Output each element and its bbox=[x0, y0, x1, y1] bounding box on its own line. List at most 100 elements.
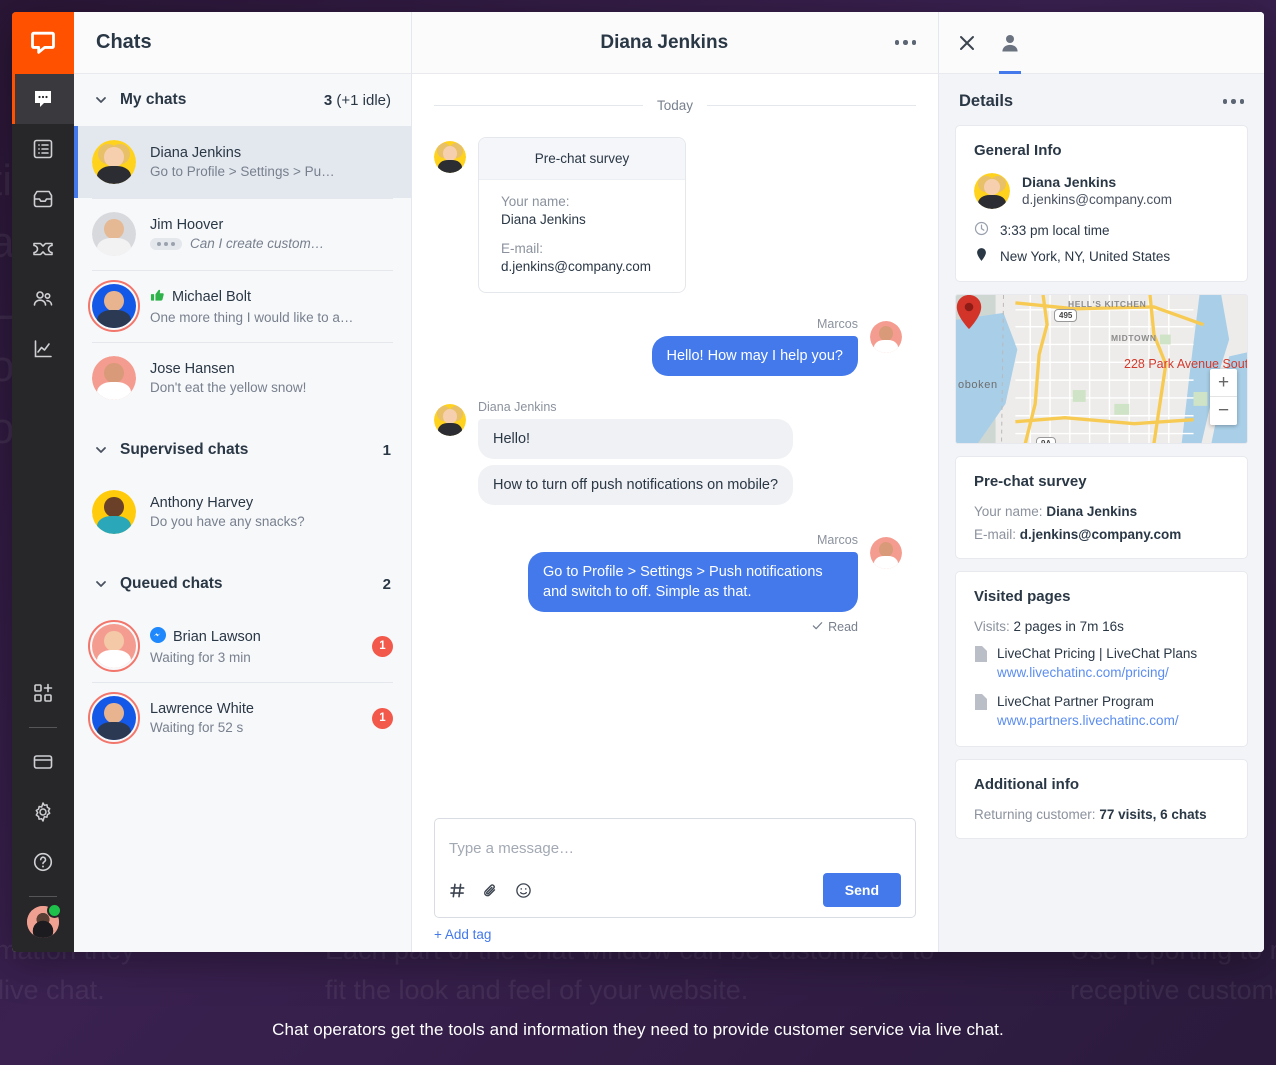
chevron-down-icon bbox=[94, 577, 108, 591]
message-input[interactable] bbox=[449, 833, 901, 863]
more-options-icon[interactable] bbox=[1222, 99, 1244, 104]
chat-item-meta: Anthony Harvey Do you have any snacks? bbox=[150, 495, 393, 529]
details-scroll[interactable]: General Info Diana Jenkins d.jenkins@com… bbox=[939, 125, 1264, 851]
thumbs-up-icon bbox=[150, 288, 165, 307]
sidebar-item-reports[interactable] bbox=[12, 324, 74, 374]
agent-status-dot bbox=[47, 903, 62, 918]
returning-customer-value: 77 visits, 6 chats bbox=[1099, 807, 1207, 822]
chat-item-preview: Do you have any snacks? bbox=[150, 514, 305, 529]
visited-page-text: LiveChat Pricing | LiveChat Plans www.li… bbox=[997, 644, 1197, 682]
sidebar-item-inbox[interactable] bbox=[12, 174, 74, 224]
document-icon bbox=[974, 646, 987, 682]
group-header-my-chats[interactable]: My chats 3 (+1 idle) bbox=[74, 74, 411, 126]
read-status-label: Read bbox=[828, 620, 858, 634]
sidebar-item-apps[interactable] bbox=[12, 668, 74, 718]
visited-page-url[interactable]: www.partners.livechatinc.com/ bbox=[997, 711, 1179, 730]
visited-page-title: LiveChat Pricing | LiveChat Plans bbox=[997, 646, 1198, 661]
read-receipt: Read bbox=[812, 620, 858, 634]
archives-list-icon bbox=[33, 139, 53, 159]
chat-item-preview: Go to Profile > Settings > Pu… bbox=[150, 164, 335, 179]
chat-list-item-lawrence-white[interactable]: Lawrence White Waiting for 52 s 1 bbox=[74, 682, 411, 754]
map-zoom-in-button[interactable]: + bbox=[1210, 369, 1237, 397]
current-agent-avatar[interactable] bbox=[27, 903, 62, 938]
chat-item-meta: Jose Hansen Don't eat the yellow snow! bbox=[150, 361, 393, 395]
map-zoom-out-button[interactable]: − bbox=[1210, 397, 1237, 425]
attachment-paperclip-icon[interactable] bbox=[482, 882, 499, 899]
sidebar-item-settings[interactable] bbox=[12, 787, 74, 837]
separator-line-right bbox=[707, 105, 916, 106]
sidebar-item-chats[interactable] bbox=[12, 74, 74, 124]
conversation-header: Diana Jenkins bbox=[412, 12, 938, 74]
group-header-supervised-chats[interactable]: Supervised chats 1 bbox=[74, 424, 411, 476]
conversation-panel: Diana Jenkins Today Pre-chat survey Your… bbox=[412, 12, 938, 952]
bubble-group: Marcos Go to Profile > Settings > Push n… bbox=[528, 533, 858, 634]
chat-list-item-jim-hoover[interactable]: Jim Hoover Can I create custom… bbox=[74, 198, 411, 270]
chat-list-item-diana-jenkins[interactable]: Diana Jenkins Go to Profile > Settings >… bbox=[74, 126, 411, 198]
location-map[interactable]: HELL'S KITCHEN MIDTOWN oboken WPORT LOWE… bbox=[955, 294, 1248, 444]
survey-name-value: Diana Jenkins bbox=[501, 212, 586, 227]
apps-add-icon bbox=[34, 683, 53, 702]
sidebar-item-help[interactable] bbox=[12, 837, 74, 887]
general-info-heading: General Info bbox=[974, 142, 1062, 159]
map-label-midtown: MIDTOWN bbox=[1111, 333, 1157, 343]
close-icon[interactable] bbox=[957, 12, 977, 74]
visited-page-url[interactable]: www.livechatinc.com/pricing/ bbox=[997, 663, 1197, 682]
emoji-smiley-icon[interactable] bbox=[515, 882, 532, 899]
settings-gear-icon bbox=[35, 802, 51, 822]
details-panel: Details General Info Diana Jenkins d.jen… bbox=[938, 12, 1264, 952]
chat-item-preview: Waiting for 52 s bbox=[150, 720, 244, 735]
group-title: My chats bbox=[120, 91, 187, 108]
map-zoom-controls[interactable]: + − bbox=[1210, 369, 1237, 425]
clock-icon bbox=[974, 221, 989, 239]
chat-item-name: Jose Hansen bbox=[150, 361, 235, 377]
group-header-queued-chats[interactable]: Queued chats 2 bbox=[74, 558, 411, 610]
livechat-logo-icon[interactable] bbox=[12, 12, 74, 74]
group-count: 2 bbox=[382, 575, 391, 593]
chat-item-meta: Brian Lawson Waiting for 3 min bbox=[150, 627, 364, 665]
visited-page-item[interactable]: LiveChat Partner Program www.partners.li… bbox=[974, 692, 1229, 730]
prechat-name-value: Diana Jenkins bbox=[1046, 504, 1138, 519]
sidebar-item-archives[interactable] bbox=[12, 124, 74, 174]
survey-card-header: Pre-chat survey bbox=[479, 138, 685, 180]
canned-response-hash-icon[interactable] bbox=[449, 882, 466, 899]
message-row-agent-2: Marcos Go to Profile > Settings > Push n… bbox=[434, 533, 916, 634]
page-caption: Chat operators get the tools and informa… bbox=[272, 1020, 1004, 1039]
message-row-survey: Pre-chat survey Your name: Diana Jenkins… bbox=[434, 137, 916, 293]
chat-item-meta: Diana Jenkins Go to Profile > Settings >… bbox=[150, 145, 393, 179]
sidebar-item-team[interactable] bbox=[12, 274, 74, 324]
add-tag-link[interactable]: + Add tag bbox=[434, 927, 916, 942]
message-sender: Diana Jenkins bbox=[478, 400, 557, 414]
avatar bbox=[870, 537, 902, 569]
separator-line-left bbox=[434, 105, 643, 106]
visited-pages-card: Visited pages Visits: 2 pages in 7m 16s … bbox=[955, 571, 1248, 747]
survey-card-body: Your name: Diana Jenkins E-mail: d.jenki… bbox=[479, 180, 685, 292]
chat-list-item-michael-bolt[interactable]: Michael Bolt One more thing I would like… bbox=[74, 270, 411, 342]
sidebar-item-tickets[interactable] bbox=[12, 224, 74, 274]
chat-list-item-jose-hansen[interactable]: Jose Hansen Don't eat the yellow snow! bbox=[74, 342, 411, 414]
general-info-card: General Info Diana Jenkins d.jenkins@com… bbox=[955, 125, 1248, 282]
message-row-agent-1: Marcos Hello! How may I help you? bbox=[434, 317, 916, 382]
avatar bbox=[92, 356, 136, 400]
sidebar-item-billing[interactable] bbox=[12, 737, 74, 787]
details-tab-bar bbox=[939, 12, 1264, 74]
message-composer[interactable]: Send bbox=[434, 818, 916, 918]
inbox-tray-icon bbox=[33, 190, 53, 208]
send-button[interactable]: Send bbox=[822, 873, 901, 907]
avatar bbox=[434, 404, 466, 436]
prechat-name-row: Your name: Diana Jenkins bbox=[974, 504, 1138, 519]
document-icon bbox=[974, 694, 987, 730]
chat-list-item-brian-lawson[interactable]: Brian Lawson Waiting for 3 min 1 bbox=[74, 610, 411, 682]
composer-toolbar: Send bbox=[449, 873, 901, 907]
chat-list-scroll[interactable]: My chats 3 (+1 idle) Diana Jenkins Go to… bbox=[74, 74, 411, 754]
tab-customer-details[interactable] bbox=[999, 12, 1021, 74]
chat-item-meta: Jim Hoover Can I create custom… bbox=[150, 217, 393, 251]
visited-page-item[interactable]: LiveChat Pricing | LiveChat Plans www.li… bbox=[974, 644, 1229, 682]
message-bubble: How to turn off push notifications on mo… bbox=[478, 465, 794, 505]
additional-heading: Additional info bbox=[974, 776, 1079, 793]
customer-person-icon bbox=[1002, 34, 1018, 51]
location-row: New York, NY, United States bbox=[974, 247, 1229, 265]
chat-item-meta: Michael Bolt One more thing I would like… bbox=[150, 288, 393, 325]
chat-item-preview: Waiting for 3 min bbox=[150, 650, 251, 665]
chat-list-item-anthony-harvey[interactable]: Anthony Harvey Do you have any snacks? bbox=[74, 476, 411, 548]
more-options-icon[interactable] bbox=[894, 40, 916, 45]
